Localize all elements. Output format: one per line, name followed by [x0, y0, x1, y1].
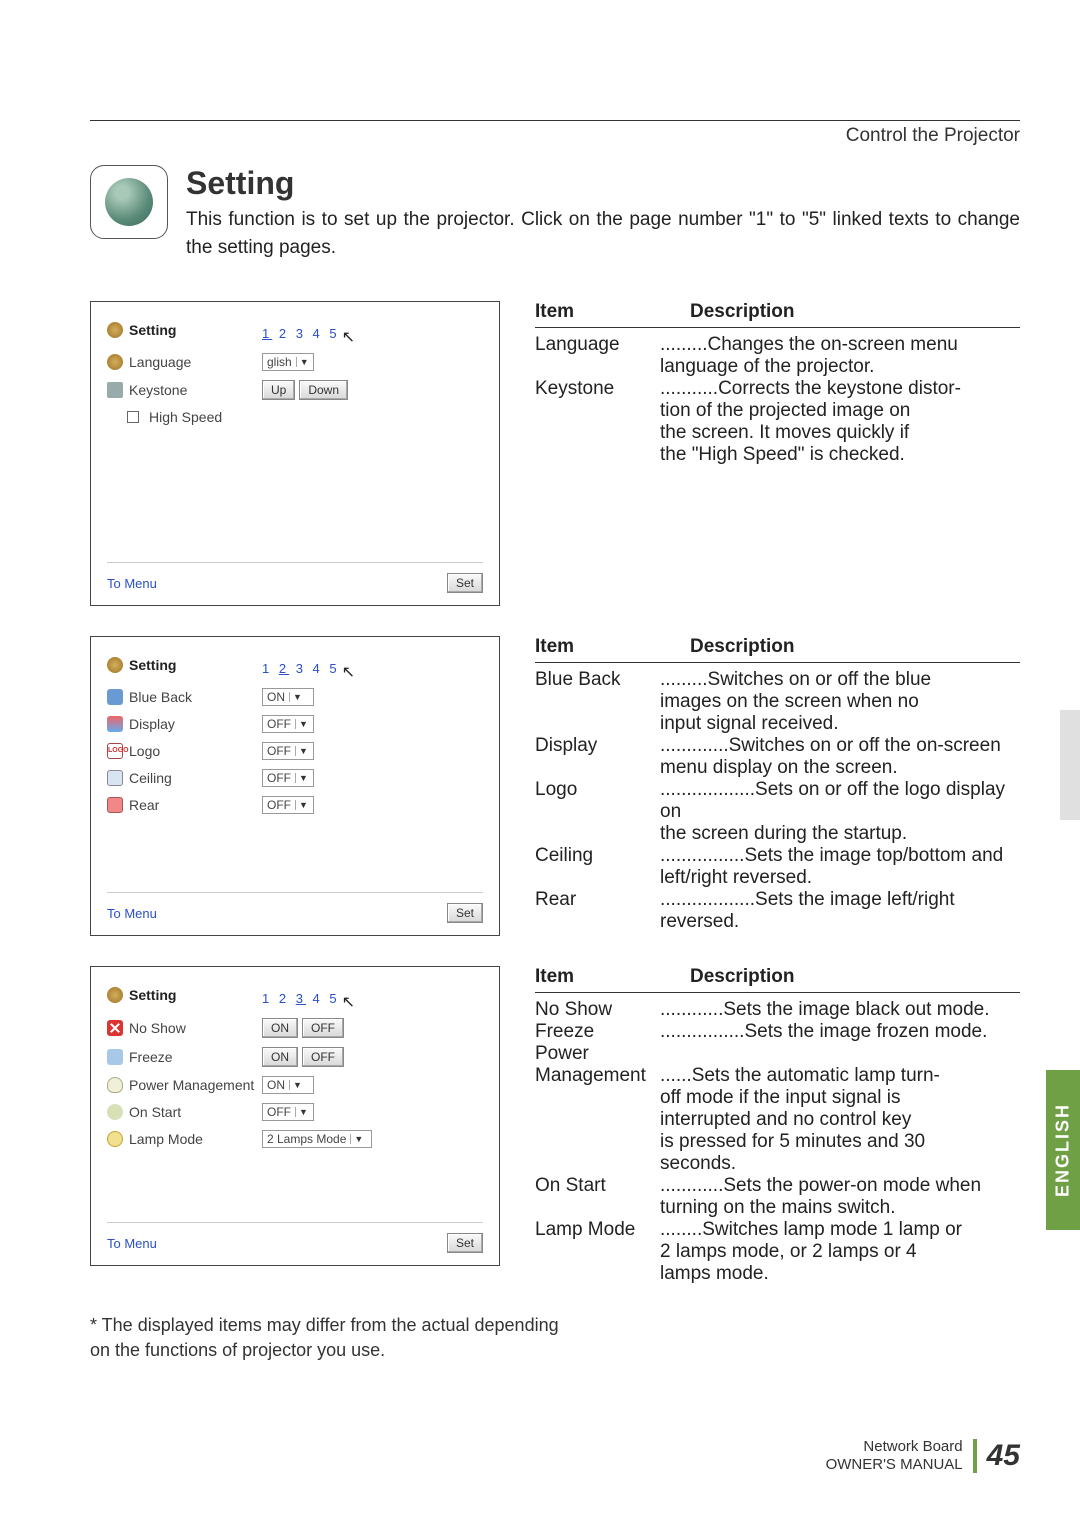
- logo-icon: LOGO: [107, 743, 123, 759]
- to-menu-link[interactable]: To Menu: [107, 906, 157, 921]
- keystone-up-button[interactable]: Up: [262, 380, 295, 400]
- pager[interactable]: 1 2 3 4 5↖: [262, 658, 483, 678]
- col-desc: Description: [690, 301, 795, 323]
- section-2: Setting 1 2 3 4 5↖ Blue Back ON▼ Display…: [90, 636, 1020, 936]
- lamp-label: Lamp Mode: [129, 1131, 203, 1147]
- setting-section-icon: [90, 165, 168, 239]
- language-select[interactable]: glish▼: [262, 353, 314, 371]
- description-1: ItemDescription Language .........Change…: [535, 301, 1020, 606]
- noshow-label: No Show: [129, 1020, 186, 1036]
- setting-panel-1: Setting 1 2 3 4 5 ↖ Language glish▼ Keys…: [90, 301, 500, 606]
- onstart-label: On Start: [129, 1104, 181, 1120]
- footnote: * The displayed items may differ from th…: [90, 1313, 560, 1363]
- freeze-on-button[interactable]: ON: [262, 1047, 298, 1067]
- language-label: Language: [129, 354, 191, 370]
- highspeed-label: High Speed: [149, 409, 222, 425]
- rear-select[interactable]: OFF▼: [262, 796, 314, 814]
- gear-icon: [107, 322, 123, 338]
- blueback-icon: [107, 689, 123, 705]
- display-select[interactable]: OFF▼: [262, 715, 314, 733]
- panel-title-text: Setting: [129, 657, 176, 673]
- logo-select[interactable]: OFF▼: [262, 742, 314, 760]
- intro-text: This function is to set up the projector…: [186, 206, 1020, 261]
- globe-gear-icon: [105, 178, 153, 226]
- blueback-label: Blue Back: [129, 689, 192, 705]
- power-mgmt-label: Power Management: [129, 1077, 254, 1093]
- sections: Setting 1 2 3 4 5 ↖ Language glish▼ Keys…: [90, 301, 1020, 1285]
- page-number: 45: [987, 1441, 1020, 1471]
- side-tab-grey: [1060, 710, 1080, 820]
- blueback-select[interactable]: ON▼: [262, 688, 314, 706]
- page: Control the Projector Setting This funct…: [0, 0, 1080, 1529]
- lamp-icon: [107, 1131, 123, 1147]
- ceiling-icon: [107, 770, 123, 786]
- cursor-icon: ↖: [342, 327, 355, 347]
- set-button[interactable]: Set: [447, 573, 483, 593]
- description-2: ItemDescription Blue Back .........Switc…: [535, 636, 1020, 936]
- noshow-off-button[interactable]: OFF: [302, 1018, 344, 1038]
- onstart-select[interactable]: OFF▼: [262, 1103, 314, 1121]
- gear-icon: [107, 657, 123, 673]
- freeze-icon: [107, 1049, 123, 1065]
- onstart-icon: [107, 1104, 123, 1120]
- page-footer: Network Board OWNER'S MANUAL 45: [826, 1438, 1020, 1474]
- noshow-on-button[interactable]: ON: [262, 1018, 298, 1038]
- page-title: Setting: [186, 165, 1020, 202]
- keystone-down-button[interactable]: Down: [299, 380, 348, 400]
- power-mgmt-icon: [107, 1077, 123, 1093]
- setting-panel-2: Setting 1 2 3 4 5↖ Blue Back ON▼ Display…: [90, 636, 500, 936]
- section-3: Setting 1 2 3 4 5↖ No Show ONOFF Freeze …: [90, 966, 1020, 1285]
- setting-panel-3: Setting 1 2 3 4 5↖ No Show ONOFF Freeze …: [90, 966, 500, 1266]
- freeze-label: Freeze: [129, 1049, 173, 1065]
- panel-title-text: Setting: [129, 987, 176, 1003]
- rear-label: Rear: [129, 797, 159, 813]
- cursor-icon: ↖: [342, 662, 355, 682]
- lamp-mode-select[interactable]: 2 Lamps Mode▼: [262, 1130, 372, 1148]
- panel-title-text: Setting: [129, 322, 176, 338]
- noshow-icon: [107, 1020, 123, 1036]
- rear-icon: [107, 797, 123, 813]
- to-menu-link[interactable]: To Menu: [107, 1236, 157, 1251]
- set-button[interactable]: Set: [447, 903, 483, 923]
- breadcrumb: Control the Projector: [90, 121, 1020, 157]
- freeze-off-button[interactable]: OFF: [302, 1047, 344, 1067]
- cursor-icon: ↖: [342, 992, 355, 1012]
- to-menu-link[interactable]: To Menu: [107, 576, 157, 591]
- pager[interactable]: 1 2 3 4 5 ↖: [262, 323, 483, 343]
- keystone-icon: [107, 382, 123, 398]
- panel-title: Setting: [107, 322, 262, 338]
- pager[interactable]: 1 2 3 4 5↖: [262, 988, 483, 1008]
- set-button[interactable]: Set: [447, 1233, 483, 1253]
- keystone-label: Keystone: [129, 382, 187, 398]
- language-icon: [107, 354, 123, 370]
- logo-label: Logo: [129, 743, 160, 759]
- heading-row: Setting This function is to set up the p…: [90, 165, 1020, 261]
- display-icon: [107, 716, 123, 732]
- footer-line1: Network Board: [863, 1438, 962, 1456]
- footer-bar: [973, 1439, 977, 1473]
- section-1: Setting 1 2 3 4 5 ↖ Language glish▼ Keys…: [90, 301, 1020, 606]
- description-3: ItemDescription No Show ............Sets…: [535, 966, 1020, 1285]
- display-label: Display: [129, 716, 175, 732]
- gear-icon: [107, 987, 123, 1003]
- highspeed-checkbox[interactable]: [127, 411, 139, 423]
- power-mgmt-select[interactable]: ON▼: [262, 1076, 314, 1094]
- ceiling-select[interactable]: OFF▼: [262, 769, 314, 787]
- footer-line2: OWNER'S MANUAL: [826, 1456, 963, 1474]
- heading-text: Setting This function is to set up the p…: [186, 165, 1020, 261]
- ceiling-label: Ceiling: [129, 770, 172, 786]
- language-tab: ENGLISH: [1046, 1070, 1080, 1230]
- col-item: Item: [535, 301, 660, 323]
